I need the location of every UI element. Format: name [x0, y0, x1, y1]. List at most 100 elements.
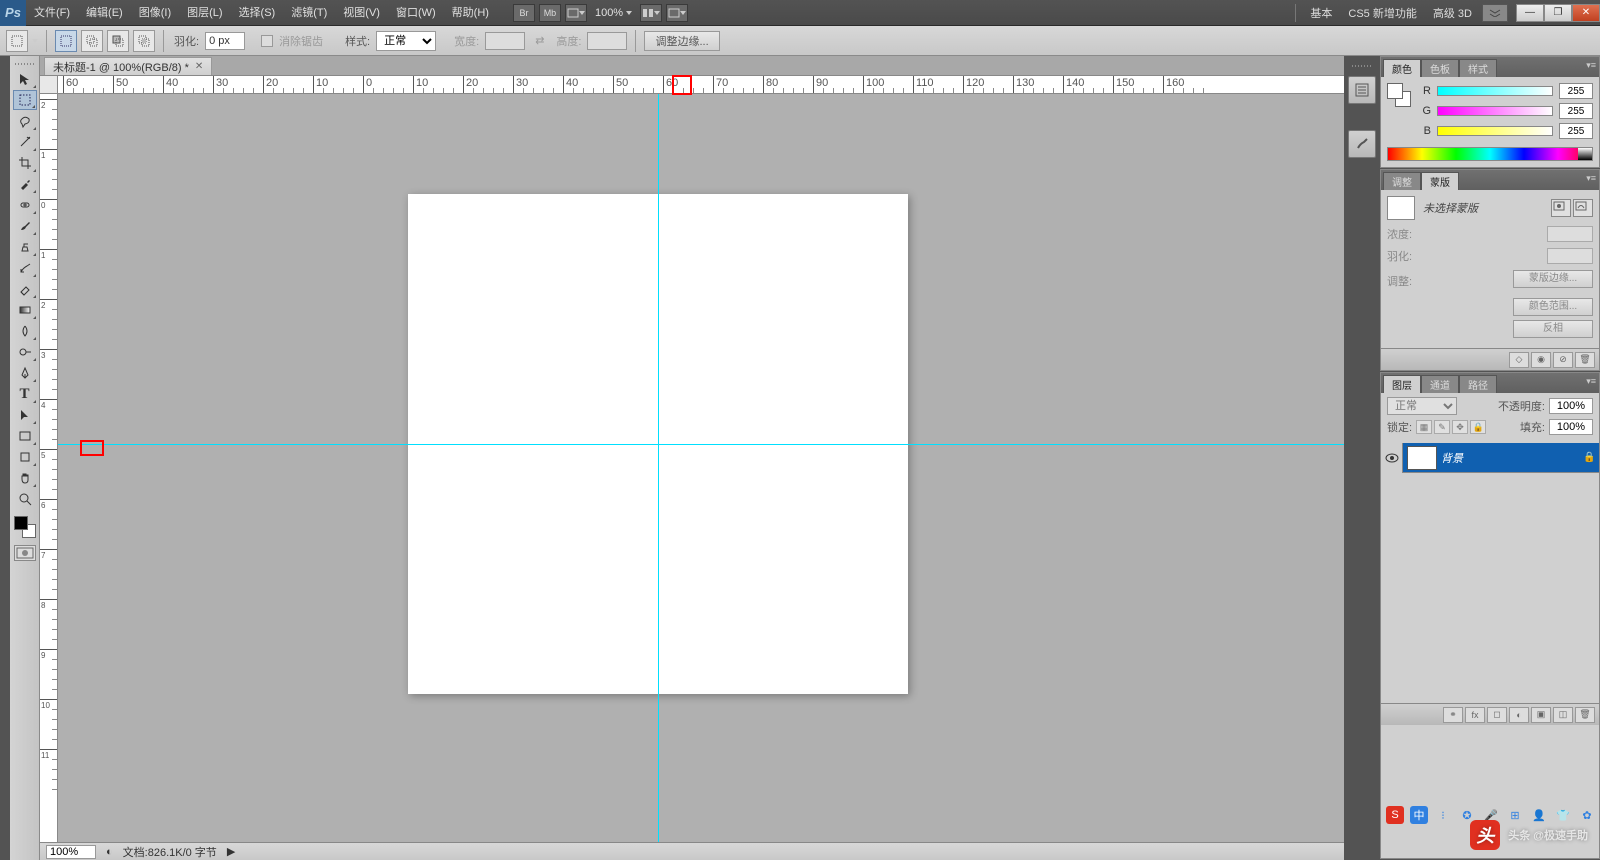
- document-tab[interactable]: 未标题-1 @ 100%(RGB/8) * ✕: [44, 57, 212, 75]
- launch-bridge-button[interactable]: Br: [513, 4, 535, 22]
- link-layers-icon[interactable]: ⚭: [1443, 707, 1463, 723]
- status-exposure-icon[interactable]: ◐: [106, 846, 113, 858]
- blur-tool[interactable]: [13, 321, 37, 341]
- b-slider[interactable]: [1437, 126, 1553, 136]
- tab-styles[interactable]: 样式: [1459, 59, 1497, 77]
- r-slider[interactable]: [1437, 86, 1553, 96]
- new-group-icon[interactable]: ▣: [1531, 707, 1551, 723]
- dodge-tool[interactable]: [13, 342, 37, 362]
- status-more-icon[interactable]: ▶: [227, 845, 235, 858]
- move-tool[interactable]: [13, 69, 37, 89]
- menu-view[interactable]: 视图(V): [335, 0, 388, 26]
- menu-select[interactable]: 选择(S): [231, 0, 284, 26]
- selection-intersect-button[interactable]: [133, 30, 155, 52]
- g-value[interactable]: [1559, 103, 1593, 119]
- tab-layers[interactable]: 图层: [1383, 375, 1421, 393]
- r-value[interactable]: [1559, 83, 1593, 99]
- canvas-viewport[interactable]: [58, 94, 1344, 842]
- workspace-essentials[interactable]: 基本: [1302, 5, 1340, 21]
- menu-image[interactable]: 图像(I): [131, 0, 179, 26]
- add-vector-mask-button[interactable]: [1573, 199, 1593, 217]
- marquee-tool[interactable]: [13, 90, 37, 110]
- color-spectrum[interactable]: [1387, 147, 1593, 161]
- menu-window[interactable]: 窗口(W): [388, 0, 444, 26]
- menu-help[interactable]: 帮助(H): [444, 0, 497, 26]
- history-panel-icon[interactable]: [1348, 76, 1376, 104]
- foreground-background-color[interactable]: [12, 514, 38, 540]
- tab-paths[interactable]: 路径: [1459, 375, 1497, 393]
- selection-new-button[interactable]: [55, 30, 77, 52]
- zoom-tool[interactable]: [13, 489, 37, 509]
- workspace-cs5new[interactable]: CS5 新增功能: [1340, 5, 1424, 21]
- gradient-tool[interactable]: [13, 300, 37, 320]
- healing-brush-tool[interactable]: [13, 195, 37, 215]
- lasso-tool[interactable]: [13, 111, 37, 131]
- launch-minibridge-button[interactable]: Mb: [539, 4, 561, 22]
- magic-wand-tool[interactable]: [13, 132, 37, 152]
- menu-file[interactable]: 文件(F): [26, 0, 78, 26]
- window-maximize-button[interactable]: ❐: [1544, 4, 1572, 22]
- history-brush-tool[interactable]: [13, 258, 37, 278]
- menu-edit[interactable]: 编辑(E): [78, 0, 131, 26]
- dock-grip[interactable]: [1349, 62, 1375, 70]
- clone-stamp-tool[interactable]: [13, 237, 37, 257]
- menu-layer[interactable]: 图层(L): [179, 0, 230, 26]
- color-fgbg[interactable]: [1387, 83, 1411, 107]
- ruler-origin[interactable]: [40, 76, 58, 94]
- panel-menu-icon[interactable]: ▾≡: [1586, 60, 1596, 71]
- quick-mask-button[interactable]: [14, 545, 36, 561]
- crop-tool[interactable]: [13, 153, 37, 173]
- style-select[interactable]: 正常: [376, 31, 436, 51]
- pen-tool[interactable]: [13, 363, 37, 383]
- zoom-level[interactable]: 100%: [589, 7, 638, 19]
- status-zoom-input[interactable]: [46, 845, 96, 859]
- selection-add-button[interactable]: [81, 30, 103, 52]
- vertical-guide[interactable]: [658, 94, 659, 842]
- tab-masks[interactable]: 蒙版: [1421, 172, 1459, 190]
- g-slider[interactable]: [1437, 106, 1553, 116]
- tab-channels[interactable]: 通道: [1421, 375, 1459, 393]
- tab-swatches[interactable]: 色板: [1421, 59, 1459, 77]
- add-pixel-mask-button[interactable]: [1551, 199, 1571, 217]
- horizontal-guide[interactable]: [58, 444, 1344, 445]
- tab-color[interactable]: 颜色: [1383, 59, 1421, 77]
- workspace-3d[interactable]: 高级 3D: [1425, 5, 1480, 21]
- path-selection-tool[interactable]: [13, 405, 37, 425]
- panel-menu-icon[interactable]: ▾≡: [1586, 376, 1596, 387]
- brush-panel-icon[interactable]: [1348, 130, 1376, 158]
- arrange-docs-button[interactable]: [640, 4, 662, 22]
- extras-button[interactable]: [565, 4, 587, 22]
- layer-thumbnail[interactable]: [1407, 446, 1437, 470]
- refine-edge-button[interactable]: 调整边缘...: [644, 31, 719, 51]
- menu-filter[interactable]: 滤镜(T): [283, 0, 335, 26]
- notes-tool[interactable]: [13, 447, 37, 467]
- screen-mode-button[interactable]: [666, 4, 688, 22]
- document-tab-close-icon[interactable]: ✕: [195, 61, 203, 72]
- eraser-tool[interactable]: [13, 279, 37, 299]
- tool-preset-dropdown-icon[interactable]: [32, 39, 38, 43]
- status-doc-info[interactable]: 文档:826.1K/0 字节: [123, 844, 217, 860]
- delete-layer-icon[interactable]: 🗑: [1575, 707, 1595, 723]
- tool-preset-button[interactable]: [6, 30, 28, 52]
- window-minimize-button[interactable]: —: [1516, 4, 1544, 22]
- window-close-button[interactable]: ✕: [1572, 4, 1600, 22]
- eyedropper-tool[interactable]: [13, 174, 37, 194]
- feather-input[interactable]: [205, 32, 245, 50]
- tab-adjustments[interactable]: 调整: [1383, 172, 1421, 190]
- layer-item-background[interactable]: 背景 🔒: [1381, 443, 1599, 473]
- horizontal-ruler[interactable]: 6050403020100102030405060708090100110120…: [58, 76, 1344, 94]
- workspace-more-button[interactable]: [1482, 4, 1508, 22]
- layer-name[interactable]: 背景: [1441, 450, 1583, 466]
- hand-tool[interactable]: [13, 468, 37, 488]
- toolbox-grip[interactable]: [12, 60, 38, 68]
- panel-menu-icon[interactable]: ▾≡: [1586, 173, 1596, 184]
- new-layer-icon[interactable]: ◫: [1553, 707, 1573, 723]
- layer-fx-icon[interactable]: fx: [1465, 707, 1485, 723]
- adjustment-layer-icon[interactable]: ◐: [1509, 707, 1529, 723]
- add-mask-icon[interactable]: ◻: [1487, 707, 1507, 723]
- vertical-ruler[interactable]: 2101234567891011: [40, 94, 58, 842]
- b-value[interactable]: [1559, 123, 1593, 139]
- brush-tool[interactable]: [13, 216, 37, 236]
- layer-visibility-icon[interactable]: [1381, 443, 1403, 473]
- rectangle-tool[interactable]: [13, 426, 37, 446]
